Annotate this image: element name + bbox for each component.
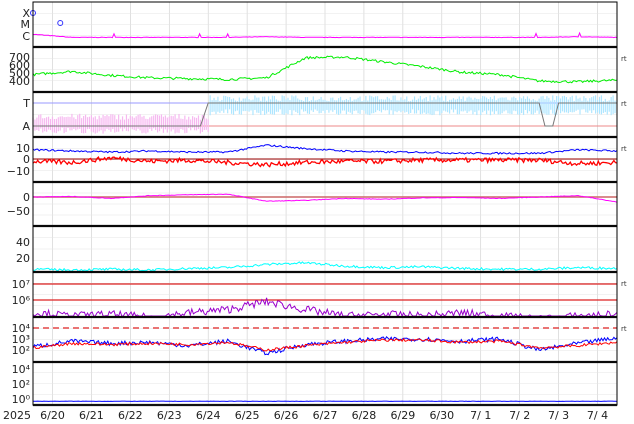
y-tick-label: −10 — [7, 165, 30, 178]
y-tick-label: C — [22, 30, 30, 43]
x-tick-label: 6/27 — [313, 409, 338, 422]
x-tick-label: 6/24 — [196, 409, 221, 422]
panel-xray: XMC — [21, 1, 618, 49]
x-tick-label: 6/28 — [352, 409, 377, 422]
x-tick-label: 7/ 4 — [587, 409, 608, 422]
realtime-marker: rt — [621, 100, 627, 108]
x-tick-label: 6/25 — [235, 409, 260, 422]
panel-proton-flux: 10⁴10³10²rt — [12, 316, 627, 364]
realtime-marker: rt — [621, 55, 627, 63]
y-tick-label: 400 — [9, 75, 30, 88]
realtime-marker: rt — [621, 145, 627, 153]
panel-imf-bt-bz: 100−10rt — [7, 136, 627, 184]
y-tick-label: 10⁴ — [12, 363, 31, 376]
y-tick-label: −50 — [7, 205, 30, 218]
x-tick-label: 7/ 3 — [548, 409, 569, 422]
y-tick-label: T — [22, 97, 30, 110]
panel-high-energy: 10⁴ 10² 10⁰ — [12, 361, 618, 407]
y-tick-label: 10⁰ — [12, 393, 31, 406]
space-weather-chart: 6/20 6/21 6/22 6/23 6/24 6/25 6/26 6/27 6/28 6/29… — [3, 1, 627, 422]
y-tick-label: 20 — [16, 252, 30, 265]
y-tick-label: 10⁷ — [12, 278, 30, 291]
panel-density: 4020 — [16, 225, 618, 274]
y-tick-label: 10⁶ — [12, 294, 31, 307]
y-tick-label: 10² — [12, 378, 30, 391]
y-tick-label: 0 — [23, 191, 30, 204]
x-tick-label: 7/ 2 — [509, 409, 530, 422]
realtime-marker: rt — [621, 325, 627, 333]
x-tick-label: 6/30 — [429, 409, 454, 422]
y-tick-label: 10² — [12, 344, 30, 357]
y-tick-label: A — [22, 120, 30, 133]
x-tick-label: 6/20 — [40, 409, 65, 422]
year-label: 2025 — [3, 409, 31, 422]
x-tick-label: 6/26 — [274, 409, 299, 422]
x-tick-label: 6/29 — [391, 409, 416, 422]
x-tick-label: 6/22 — [118, 409, 143, 422]
x-tick-label: 6/21 — [79, 409, 104, 422]
panel-magnetic-polarity: TArt — [22, 91, 627, 139]
y-tick-label: 40 — [16, 236, 30, 249]
x-tick-label: 6/23 — [157, 409, 182, 422]
realtime-marker: rt — [621, 280, 627, 288]
x-tick-label: 7/ 1 — [470, 409, 491, 422]
panel-electron-flux: 10⁷ 10⁶ rt — [12, 271, 627, 319]
panel-dst: 0−50 — [7, 181, 618, 228]
panel-solar-wind-speed: 700600500400rt — [9, 46, 627, 94]
